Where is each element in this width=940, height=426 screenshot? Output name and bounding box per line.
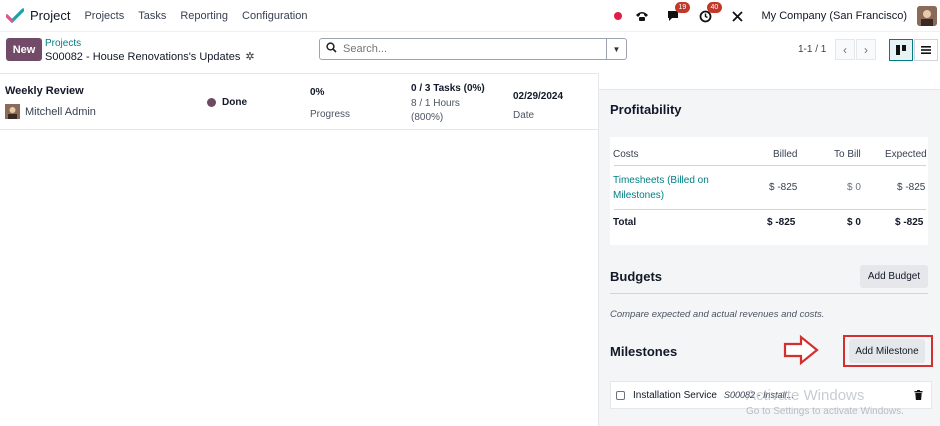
author-avatar <box>5 104 20 119</box>
chevron-right-icon: › <box>864 42 868 57</box>
milestone-name[interactable]: Installation Service <box>633 390 717 401</box>
column-billed: Billed <box>773 149 798 160</box>
list-icon <box>921 46 931 54</box>
pager-previous-button[interactable]: ‹ <box>835 39 855 60</box>
author-name: Mitchell Admin <box>25 105 96 118</box>
date-value: 02/29/2024 <box>513 91 564 102</box>
menu-reporting[interactable]: Reporting <box>180 10 228 22</box>
company-switcher[interactable]: My Company (San Francisco) <box>762 10 908 22</box>
trash-icon[interactable] <box>914 390 923 403</box>
updates-kanban: Weekly Review Mitchell Admin Done 0% Pro… <box>0 73 598 426</box>
column-expected: Expected <box>885 149 927 160</box>
table-divider <box>614 209 926 210</box>
project-side-panel: Profitability Costs Billed To Bill Expec… <box>598 73 940 426</box>
hours-percentage: (800%) <box>411 112 444 123</box>
timesheets-billed: $ -825 <box>769 182 798 193</box>
total-label: Total <box>613 217 637 228</box>
progress-label: Progress <box>310 109 351 120</box>
gear-icon[interactable]: ✲ <box>245 50 254 63</box>
budgets-hint: Compare expected and actual revenues and… <box>610 309 825 320</box>
tasks-summary: 0 / 3 Tasks (0%) <box>411 83 485 94</box>
checkmark-icon <box>6 7 24 23</box>
status-dot <box>207 98 216 107</box>
total-expected: $ -825 <box>895 217 924 228</box>
pager-value[interactable]: 1-1 / 1 <box>798 44 826 55</box>
menu-tasks[interactable]: Tasks <box>138 10 166 22</box>
section-divider <box>610 293 928 294</box>
breadcrumb-current: S00082 - House Renovations's Updates ✲ <box>45 50 255 64</box>
update-title: Weekly Review <box>5 85 84 97</box>
control-panel: New Projects S00082 - House Renovations'… <box>0 32 940 72</box>
date-label: Date <box>513 110 535 121</box>
panel-top-strip <box>599 73 940 90</box>
windows-watermark-hint: Go to Settings to activate Windows. <box>746 406 904 417</box>
kanban-icon <box>896 45 906 55</box>
column-costs: Costs <box>613 149 639 160</box>
menu-configuration[interactable]: Configuration <box>242 10 307 22</box>
update-author: Mitchell Admin <box>5 104 96 119</box>
project-app-logo[interactable] <box>6 7 24 24</box>
timesheets-link-line2[interactable]: Milestones) <box>613 190 664 201</box>
milestone-checkbox[interactable] <box>616 390 625 400</box>
pager-next-button[interactable]: › <box>856 39 876 60</box>
profitability-heading: Profitability <box>610 102 682 117</box>
timesheets-link-line1[interactable]: Timesheets (Billed on <box>613 175 709 186</box>
milestones-heading: Milestones <box>610 344 678 359</box>
breadcrumb-current-label: S00082 - House Renovations's Updates <box>45 50 241 63</box>
budgets-heading: Budgets <box>610 269 662 284</box>
search-input[interactable] <box>343 43 593 55</box>
add-budget-button[interactable]: Add Budget <box>860 265 928 288</box>
navbar-right: 19 40 My Company (San Francisco) <box>613 0 940 32</box>
search-options-toggle[interactable]: ▼ <box>606 39 626 59</box>
column-to-bill: To Bill <box>834 149 861 160</box>
phone-icon[interactable] <box>634 8 650 24</box>
update-card[interactable]: Weekly Review Mitchell Admin Done 0% Pro… <box>0 74 598 130</box>
recording-dot-icon[interactable] <box>613 12 622 20</box>
menu-projects[interactable]: Projects <box>84 10 124 22</box>
update-status[interactable]: Done <box>207 97 247 108</box>
activities-badge: 40 <box>706 2 723 13</box>
app-title[interactable]: Project <box>30 8 70 23</box>
tools-icon[interactable] <box>730 8 746 24</box>
search-bar: ▼ <box>319 38 627 60</box>
activities-clock-icon[interactable]: 40 <box>698 2 723 24</box>
windows-watermark-title: Activate Windows <box>746 387 865 404</box>
annotation-highlight-box <box>843 335 933 367</box>
messages-badge: 19 <box>674 2 691 13</box>
table-divider <box>614 165 926 166</box>
caret-down-icon: ▼ <box>612 44 621 54</box>
list-view-button[interactable] <box>914 39 938 61</box>
user-avatar[interactable] <box>917 6 937 26</box>
progress-value: 0% <box>310 87 325 98</box>
new-button[interactable]: New <box>6 38 42 61</box>
breadcrumb-projects[interactable]: Projects <box>45 38 81 49</box>
top-navbar: Project Projects Tasks Reporting Configu… <box>0 0 940 32</box>
chevron-left-icon: ‹ <box>843 42 847 57</box>
timesheets-expected: $ -825 <box>897 182 926 193</box>
search-icon <box>326 42 337 56</box>
kanban-view-button[interactable] <box>889 39 913 61</box>
total-billed: $ -825 <box>767 217 796 228</box>
status-label: Done <box>222 97 247 108</box>
hours-summary: 8 / 1 Hours <box>411 98 460 109</box>
timesheets-to-bill: $ 0 <box>847 182 861 193</box>
total-to-bill: $ 0 <box>847 217 861 228</box>
annotation-arrow-icon <box>783 334 819 366</box>
profitability-table: Costs Billed To Bill Expected Timesheets… <box>610 137 928 245</box>
messages-icon[interactable]: 19 <box>666 2 691 24</box>
